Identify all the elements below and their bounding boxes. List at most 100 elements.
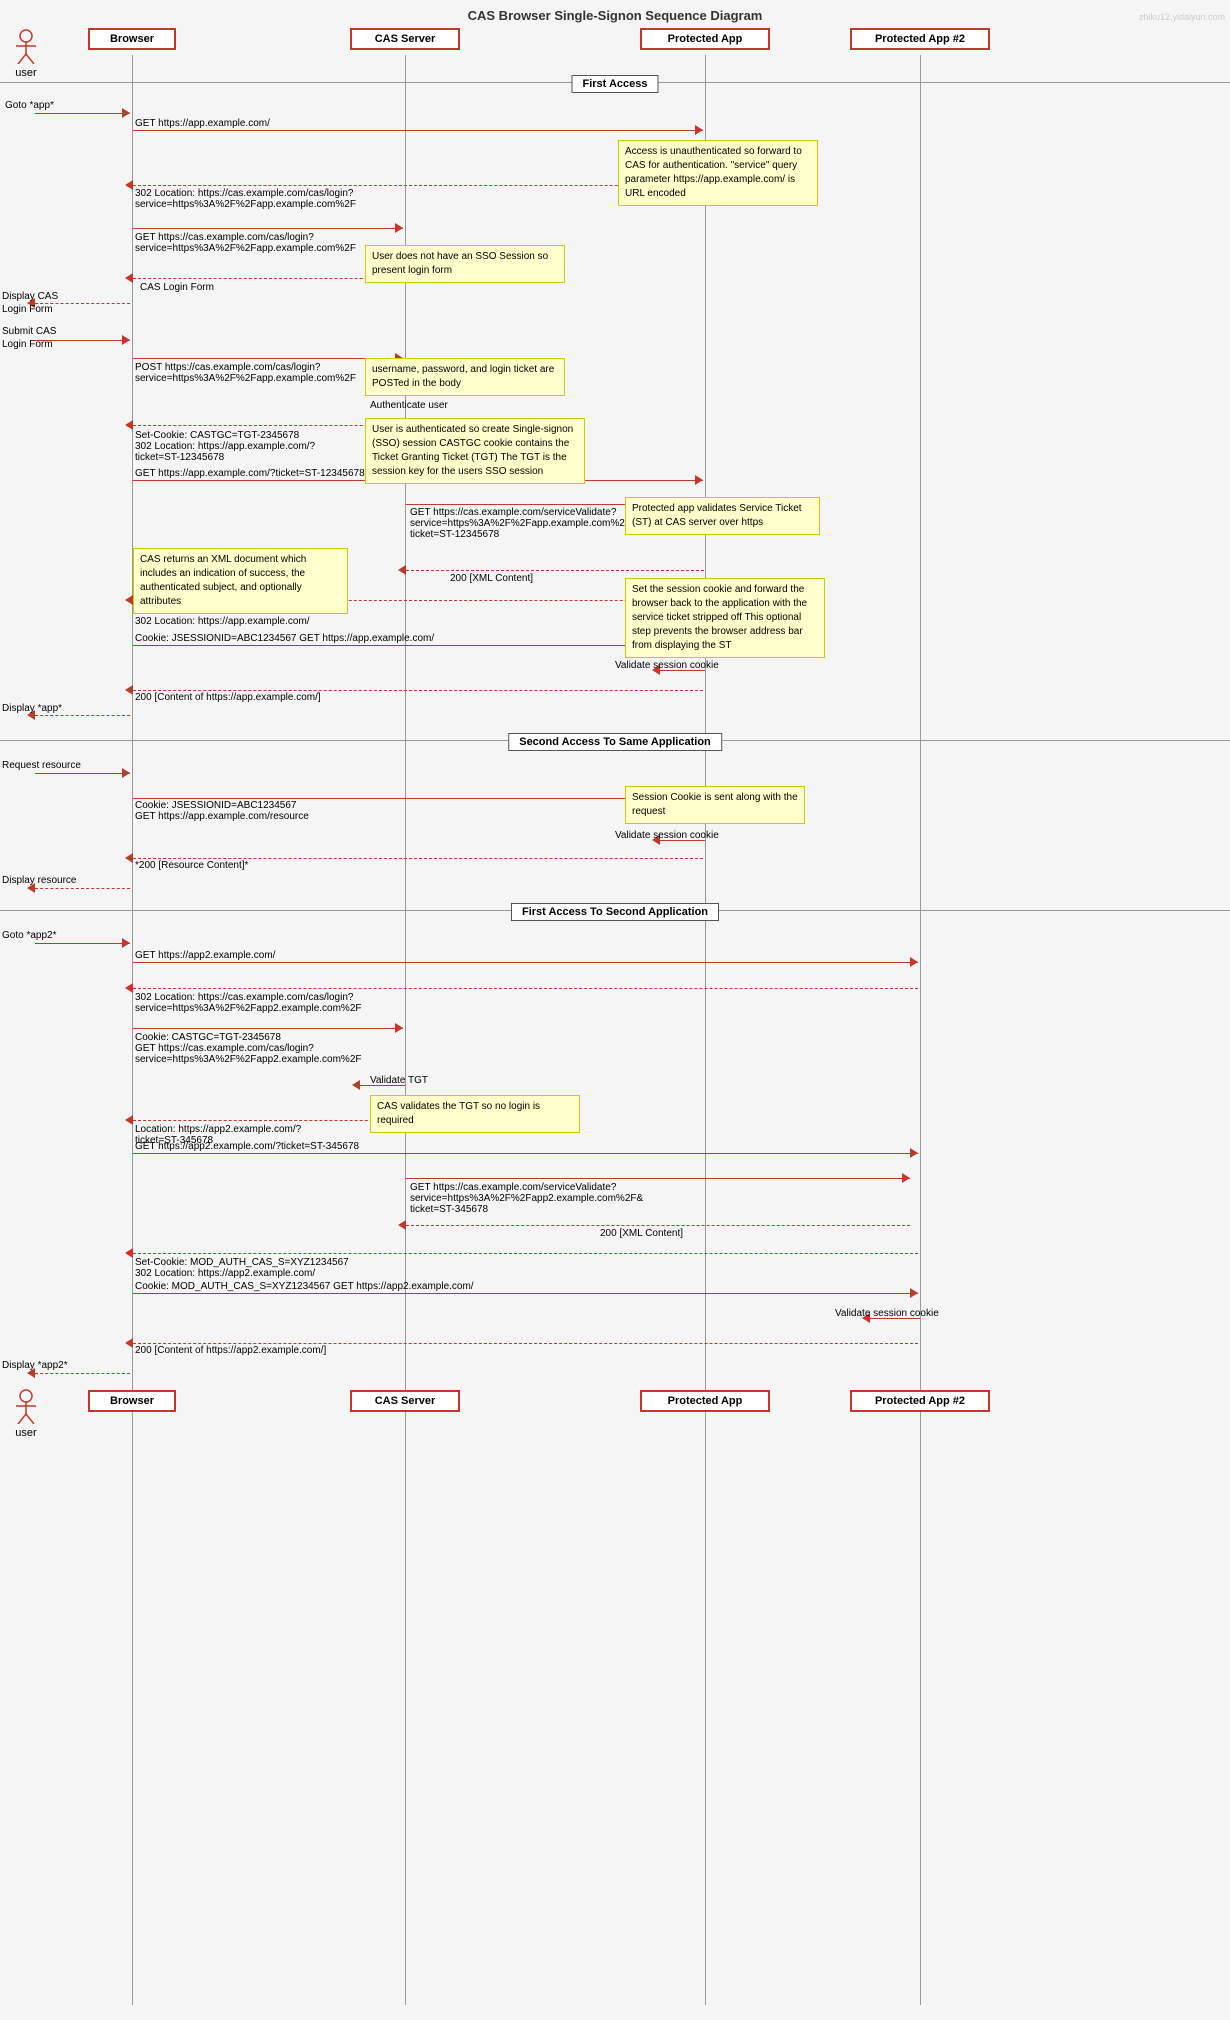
section-label-third: First Access To Second Application xyxy=(511,903,719,921)
lifeline-app2 xyxy=(920,55,921,2005)
label-get-ticket: GET https://app.example.com/?ticket=ST-1… xyxy=(135,468,365,479)
arrow-location-app2-head xyxy=(125,1115,133,1125)
label-set-mod-auth: Set-Cookie: MOD_AUTH_CAS_S=XYZ1234567 30… xyxy=(135,1257,415,1279)
arrow-200-content-head xyxy=(125,685,133,695)
arrow-validate-tgt-head xyxy=(352,1080,360,1090)
actor-user-top: user xyxy=(12,28,40,79)
arrow-goto-app2 xyxy=(35,943,130,944)
arrow-castgc-get xyxy=(133,1028,403,1029)
note-post-body: username, password, and login ticket are… xyxy=(365,358,565,396)
arrow-set-mod-auth-head xyxy=(125,1248,133,1258)
label-cookie-resource: Cookie: JSESSIONID=ABC1234567 GET https:… xyxy=(135,800,435,822)
note-goto-app2: Goto *app2* xyxy=(2,930,57,941)
arrow-cas-login-form-head xyxy=(125,273,133,283)
arrow-302-app2-head xyxy=(125,983,133,993)
note-validate-session-2: Validate session cookie xyxy=(615,830,719,841)
arrow-get-cas-login-head xyxy=(395,223,403,233)
diagram-container: CAS Browser Single-Signon Sequence Diagr… xyxy=(0,0,1230,27)
label-get-app: GET https://app.example.com/ xyxy=(135,118,270,129)
arrow-200-app2-content-head xyxy=(125,1338,133,1348)
arrow-get-app-head xyxy=(695,125,703,135)
arrow-set-mod-auth xyxy=(133,1253,918,1254)
label-200-xml: 200 [XML Content] xyxy=(450,573,533,584)
note-submit-login: Submit CASLogin Form xyxy=(2,325,92,351)
arrow-200-xml-app2-head xyxy=(398,1220,406,1230)
arrow-200-content xyxy=(133,690,703,691)
arrow-200-xml-app2 xyxy=(406,1225,910,1226)
arrow-location-app2 xyxy=(133,1120,403,1121)
header-browser-top: Browser xyxy=(88,28,176,50)
note-auth-user: Authenticate user xyxy=(370,400,448,411)
arrow-200-xml xyxy=(406,570,704,571)
arrow-get-app xyxy=(133,130,703,131)
section-label-second: Second Access To Same Application xyxy=(508,733,722,751)
label-castgc: Set-Cookie: CASTGC=TGT-2345678 302 Locat… xyxy=(135,430,385,463)
header-app-top: Protected App xyxy=(640,28,770,50)
section-label-first: First Access xyxy=(571,75,658,93)
note-xml-response: CAS returns an XML document which includ… xyxy=(133,548,348,614)
arrow-get-app2 xyxy=(133,962,918,963)
header-app2-top: Protected App #2 xyxy=(850,28,990,50)
arrow-get-cas-login xyxy=(133,228,403,229)
label-302-app2: 302 Location: https://cas.example.com/ca… xyxy=(135,992,415,1014)
note-sso-created: User is authenticated so create Single-s… xyxy=(365,418,585,484)
header-app-bottom: Protected App xyxy=(640,1390,770,1412)
note-display-resource: Display resource xyxy=(2,875,76,886)
arrow-get-app2-ticket xyxy=(133,1153,918,1154)
arrow-request-resource xyxy=(35,773,130,774)
note-display-app2: Display *app2* xyxy=(2,1360,68,1371)
label-200-xml-app2: 200 [XML Content] xyxy=(600,1228,683,1239)
arrow-goto-app xyxy=(35,113,130,114)
lifeline-cas xyxy=(405,55,406,2005)
label-302-redirect: 302 Location: https://cas.example.com/ca… xyxy=(135,188,415,210)
label-200-app2-content: 200 [Content of https://app2.example.com… xyxy=(135,1345,326,1356)
label-cookie-app2: Cookie: MOD_AUTH_CAS_S=XYZ1234567 GET ht… xyxy=(135,1281,474,1292)
note-session-sent: Session Cookie is sent along with the re… xyxy=(625,786,805,824)
arrow-display-app2 xyxy=(35,1373,130,1374)
arrow-submit-login-head xyxy=(122,335,130,345)
arrow-200-app2-content xyxy=(133,1343,918,1344)
note-tgt-valid: CAS validates the TGT so no login is req… xyxy=(370,1095,580,1133)
arrow-request-resource-head xyxy=(122,768,130,778)
note-display-app: Display *app* xyxy=(2,703,62,714)
arrow-200-xml-head xyxy=(398,565,406,575)
lifeline-browser xyxy=(132,55,133,2005)
note-validate-st: Protected app validates Service Ticket (… xyxy=(625,497,820,535)
label-200-resource: *200 [Resource Content]* xyxy=(135,860,248,871)
arrow-get-app2-head xyxy=(910,957,918,967)
label-200-content: 200 [Content of https://app.example.com/… xyxy=(135,692,321,703)
note-goto-app: Goto *app* xyxy=(5,100,54,111)
arrow-cookie-app2-head xyxy=(910,1288,918,1298)
label-castgc-get: Cookie: CASTGC=TGT-2345678 GET https://c… xyxy=(135,1032,395,1065)
label-get-cas-login: GET https://cas.example.com/cas/login? s… xyxy=(135,232,395,254)
note-no-sso: User does not have an SSO Session so pre… xyxy=(365,245,565,283)
note-set-session-cookie: Set the session cookie and forward the b… xyxy=(625,578,825,658)
label-get-app2: GET https://app2.example.com/ xyxy=(135,950,275,961)
header-cas-bottom: CAS Server xyxy=(350,1390,460,1412)
arrow-302-app2 xyxy=(133,988,918,989)
arrow-set-session-head xyxy=(125,595,133,605)
actor-user-top-label: user xyxy=(12,67,40,79)
note-unauthenticated: Access is unauthenticated so forward to … xyxy=(618,140,818,206)
arrow-castgc-head xyxy=(125,420,133,430)
header-cas-top: CAS Server xyxy=(350,28,460,50)
note-validate-session: Validate session cookie xyxy=(615,660,719,671)
note-validate-tgt: Validate TGT xyxy=(370,1075,428,1086)
label-get-app2-ticket: GET https://app2.example.com/?ticket=ST-… xyxy=(135,1141,359,1152)
arrow-display-app xyxy=(35,715,130,716)
arrow-cookie-app2 xyxy=(133,1293,918,1294)
note-validate-session-app2: Validate session cookie xyxy=(835,1308,939,1319)
arrow-display-resource xyxy=(35,888,130,889)
diagram-title: CAS Browser Single-Signon Sequence Diagr… xyxy=(0,0,1230,27)
arrow-cookie-get xyxy=(133,645,703,646)
note-display-login: Display CASLogin Form xyxy=(2,290,92,316)
label-get-validate-app2: GET https://cas.example.com/serviceValid… xyxy=(410,1182,710,1215)
arrow-get-validate-app2 xyxy=(406,1178,910,1179)
arrow-castgc-get-head xyxy=(395,1023,403,1033)
header-app2-bottom: Protected App #2 xyxy=(850,1390,990,1412)
actor-user-bottom-label: user xyxy=(12,1427,40,1439)
arrow-cookie-resource xyxy=(133,798,703,799)
lifeline-app xyxy=(705,55,706,2005)
label-post-cas: POST https://cas.example.com/cas/login? … xyxy=(135,362,395,384)
label-cas-login-form: CAS Login Form xyxy=(140,282,214,293)
